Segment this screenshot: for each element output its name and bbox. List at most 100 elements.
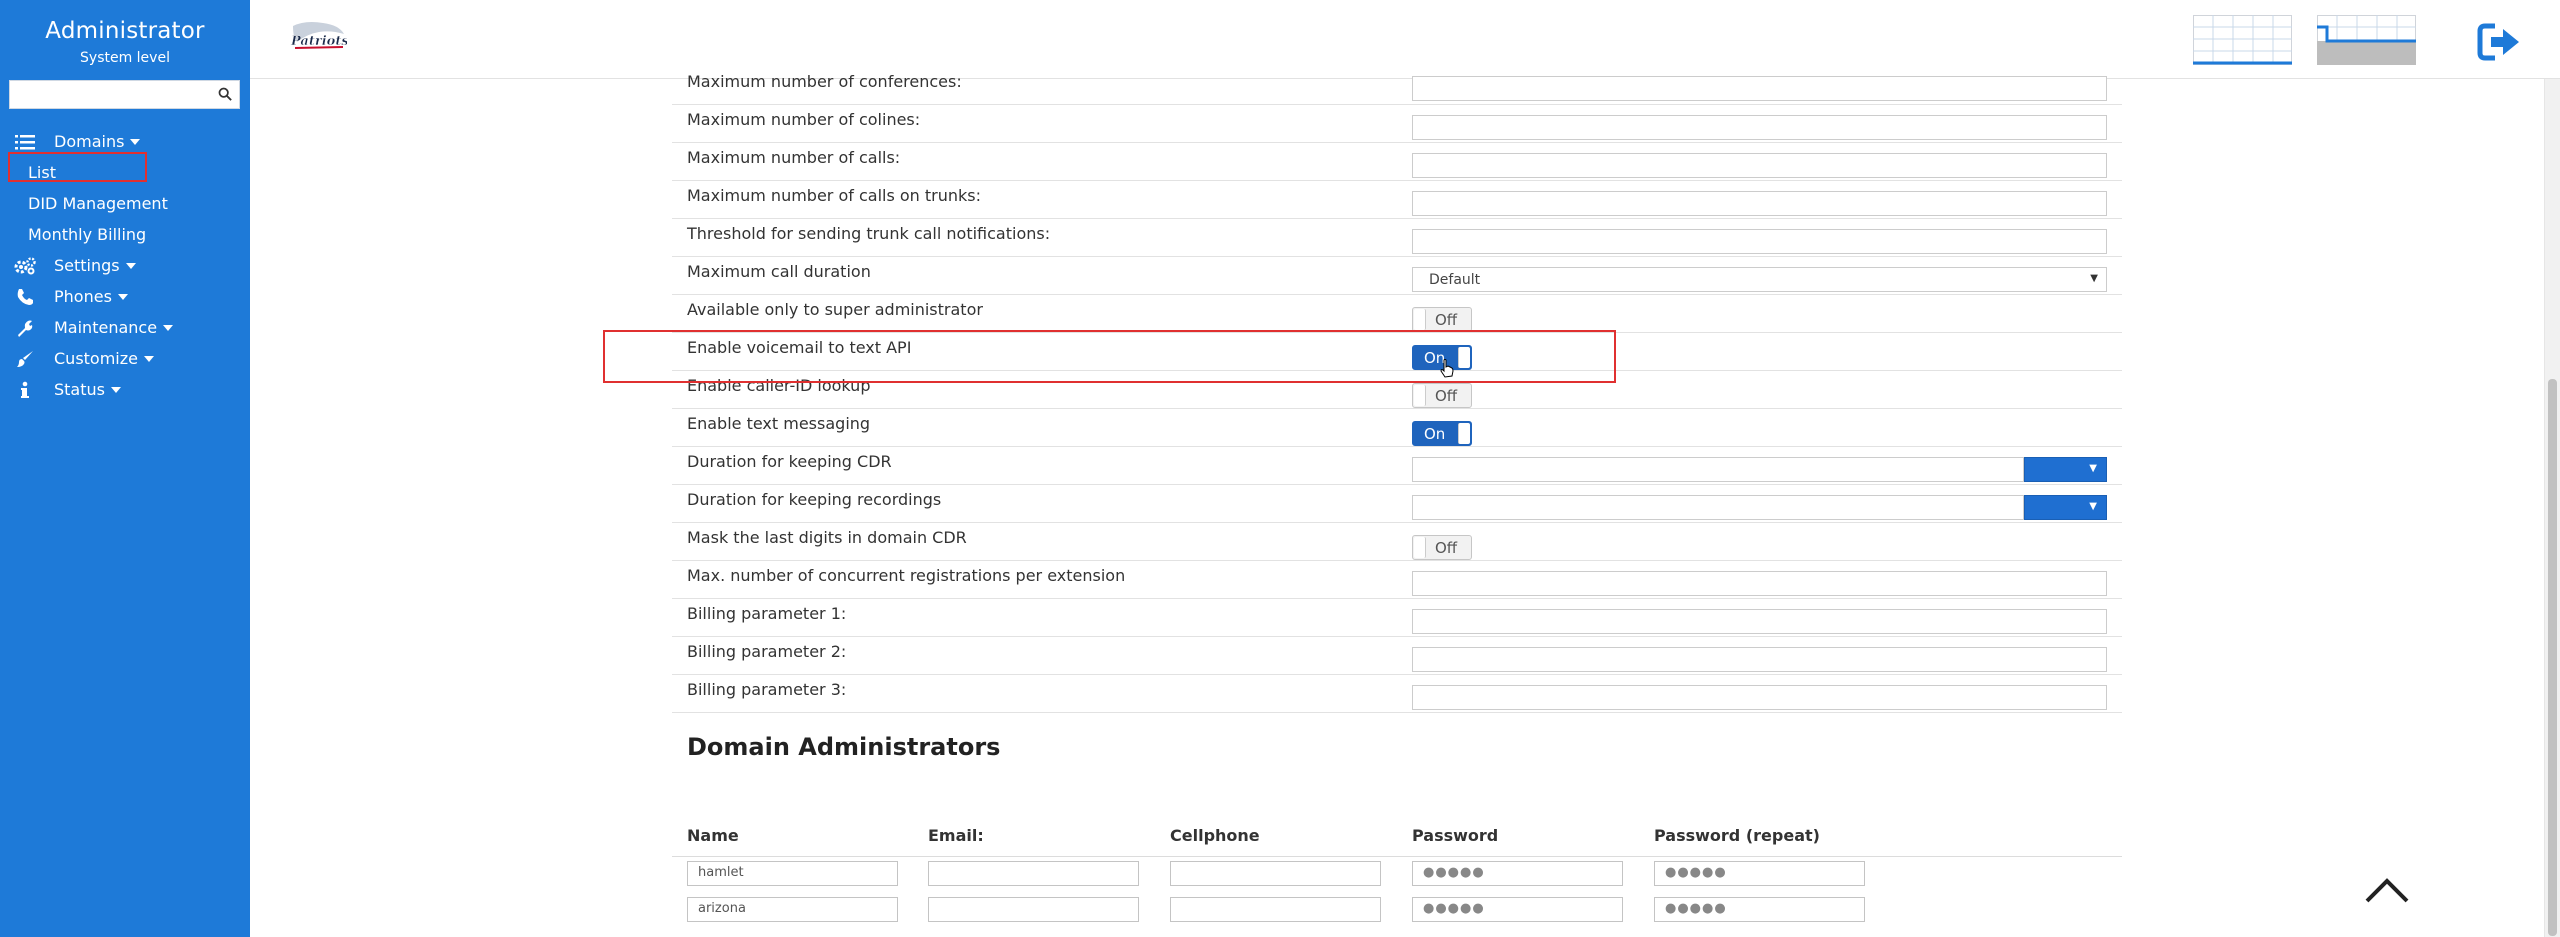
- patriots-logo[interactable]: Patriots: [289, 20, 347, 52]
- sidebar-item-settings[interactable]: Settings: [0, 250, 250, 281]
- field-label: Enable text messaging: [687, 414, 871, 433]
- cdr-duration-input[interactable]: [1412, 457, 2024, 482]
- column-header-email: Email:: [928, 826, 984, 845]
- sidebar-title: Administrator: [45, 18, 205, 44]
- admin-password-input[interactable]: ●●●●●: [1412, 861, 1623, 886]
- page-scrollbar[interactable]: [2544, 79, 2560, 937]
- cdr-duration-dropdown-button[interactable]: ▼: [2024, 457, 2107, 482]
- recordings-duration-input[interactable]: [1412, 495, 2024, 520]
- max-calls-trunks-input[interactable]: [1412, 191, 2107, 216]
- table-row: hamlet ●●●●● ●●●●●: [672, 857, 2122, 893]
- sidebar-item-customize-label: Customize: [54, 349, 138, 368]
- search-icon[interactable]: [218, 87, 232, 101]
- field-label: Maximum call duration: [687, 262, 871, 281]
- form-row-max-calls-trunks: Maximum number of calls on trunks:: [672, 181, 2122, 219]
- toggle-knob: [1414, 385, 1426, 406]
- sidebar-item-maintenance[interactable]: Maintenance: [0, 312, 250, 343]
- text-messaging-toggle[interactable]: On: [1412, 421, 1472, 446]
- list-icon: [14, 133, 36, 151]
- billing-param-1-input[interactable]: [1412, 609, 2107, 634]
- cdr-duration-control: ▼: [1412, 457, 2107, 482]
- sidebar-search-box: [9, 80, 240, 109]
- table-row: arizona ●●●●● ●●●●●: [672, 893, 2122, 929]
- layout-grid-icon[interactable]: [2193, 15, 2292, 65]
- domain-settings-form: Maximum number of conferences: Maximum n…: [672, 70, 2122, 713]
- toggle-knob: [1458, 347, 1470, 368]
- dropdown-arrow-icon: ▼: [2089, 501, 2097, 512]
- admin-password-repeat-input[interactable]: ●●●●●: [1654, 897, 1865, 922]
- form-row-max-colines: Maximum number of colines:: [672, 105, 2122, 143]
- caller-id-lookup-toggle[interactable]: Off: [1412, 383, 1472, 408]
- sidebar-item-monthly-billing[interactable]: Monthly Billing: [0, 219, 250, 250]
- form-row-voicemail-to-text: Enable voicemail to text API On: [672, 333, 2122, 371]
- form-row-mask-cdr-digits: Mask the last digits in domain CDR Off: [672, 523, 2122, 561]
- sidebar-item-did-management[interactable]: DID Management: [0, 188, 250, 219]
- chevron-down-icon: [143, 355, 154, 362]
- admin-email-input[interactable]: [928, 897, 1139, 922]
- layout-step-icon[interactable]: [2317, 15, 2416, 65]
- max-calls-input[interactable]: [1412, 153, 2107, 178]
- max-conferences-input[interactable]: [1412, 76, 2107, 101]
- scrollbar-thumb[interactable]: [2548, 379, 2557, 936]
- field-label: Maximum number of calls on trunks:: [687, 186, 982, 205]
- field-label: Enable voicemail to text API: [687, 338, 912, 357]
- domain-administrators-heading: Domain Administrators: [687, 733, 1001, 761]
- domain-admins-table-header: Name Email: Cellphone Password Password …: [672, 826, 2122, 857]
- chevron-down-icon: [125, 262, 136, 269]
- sidebar-search-input[interactable]: [10, 81, 210, 108]
- mouse-cursor-icon: [1440, 359, 1454, 378]
- form-row-super-admin-only: Available only to super administrator Of…: [672, 295, 2122, 333]
- sidebar-item-domains-label: Domains: [54, 132, 125, 151]
- admin-cellphone-input[interactable]: [1170, 861, 1381, 886]
- field-label: Maximum number of conferences:: [687, 72, 962, 91]
- max-call-duration-select[interactable]: Default ▼: [1412, 267, 2107, 292]
- field-label: Billing parameter 2:: [687, 642, 847, 661]
- admin-name-input[interactable]: arizona: [687, 897, 898, 922]
- chevron-down-icon: [110, 386, 121, 393]
- sidebar-item-status[interactable]: Status: [0, 374, 250, 405]
- sidebar-menu: Domains List DID Management Monthly Bill…: [0, 126, 250, 405]
- form-row-max-conferences: Maximum number of conferences:: [672, 70, 2122, 105]
- sidebar: Administrator System level Domains List …: [0, 0, 250, 937]
- chevron-down-icon: [163, 324, 174, 331]
- max-registrations-input[interactable]: [1412, 571, 2107, 596]
- field-label: Available only to super administrator: [687, 300, 983, 319]
- admin-password-repeat-input[interactable]: ●●●●●: [1654, 861, 1865, 886]
- sidebar-item-phones-label: Phones: [54, 287, 112, 306]
- chevron-down-icon: [130, 138, 141, 145]
- admin-name-input[interactable]: hamlet: [687, 861, 898, 886]
- sidebar-item-domains[interactable]: Domains: [0, 126, 250, 157]
- sidebar-item-list[interactable]: List: [0, 157, 250, 188]
- recordings-duration-dropdown-button[interactable]: ▼: [2024, 495, 2107, 520]
- form-row-max-call-duration: Maximum call duration Default ▼: [672, 257, 2122, 295]
- sidebar-item-phones[interactable]: Phones: [0, 281, 250, 312]
- form-row-billing-param-3: Billing parameter 3:: [672, 675, 2122, 713]
- form-row-max-registrations: Max. number of concurrent registrations …: [672, 561, 2122, 599]
- billing-param-2-input[interactable]: [1412, 647, 2107, 672]
- field-label: Max. number of concurrent registrations …: [687, 566, 1126, 585]
- mask-cdr-digits-toggle[interactable]: Off: [1412, 535, 1472, 560]
- toggle-knob: [1414, 309, 1426, 330]
- sidebar-item-customize[interactable]: Customize: [0, 343, 250, 374]
- field-label: Billing parameter 3:: [687, 680, 847, 699]
- admin-email-input[interactable]: [928, 861, 1139, 886]
- logout-icon[interactable]: [2477, 22, 2523, 62]
- back-to-top-icon[interactable]: [2363, 875, 2411, 905]
- form-row-billing-param-2: Billing parameter 2:: [672, 637, 2122, 675]
- toggle-state-label: Off: [1435, 539, 1458, 557]
- field-label: Maximum number of calls:: [687, 148, 901, 167]
- super-admin-only-toggle[interactable]: Off: [1412, 307, 1472, 332]
- trunk-threshold-input[interactable]: [1412, 229, 2107, 254]
- billing-param-3-input[interactable]: [1412, 685, 2107, 710]
- field-label: Billing parameter 1:: [687, 604, 847, 623]
- brush-icon: [14, 350, 36, 368]
- field-label: Maximum number of colines:: [687, 110, 921, 129]
- admin-cellphone-input[interactable]: [1170, 897, 1381, 922]
- chevron-down-icon: [117, 293, 128, 300]
- field-label: Duration for keeping CDR: [687, 452, 892, 471]
- form-row-recordings-duration: Duration for keeping recordings ▼: [672, 485, 2122, 523]
- dropdown-arrow-icon: ▼: [2090, 273, 2098, 284]
- max-colines-input[interactable]: [1412, 115, 2107, 140]
- field-label: Mask the last digits in domain CDR: [687, 528, 967, 547]
- admin-password-input[interactable]: ●●●●●: [1412, 897, 1623, 922]
